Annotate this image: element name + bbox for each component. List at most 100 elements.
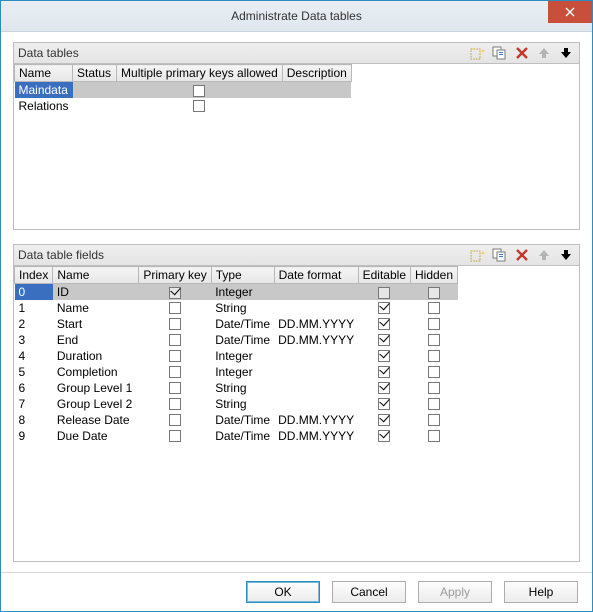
fields-panel-header: Data table fields: [14, 245, 579, 266]
table-row[interactable]: 1NameString: [15, 300, 458, 316]
cell-hidden: [411, 284, 458, 300]
close-button[interactable]: [548, 1, 592, 23]
move-up-button: [535, 247, 553, 263]
editable-checkbox[interactable]: [378, 334, 390, 346]
cell-type: String: [211, 380, 274, 396]
move-down-button[interactable]: [557, 45, 575, 61]
pk-checkbox[interactable]: [169, 318, 181, 330]
editable-checkbox[interactable]: [378, 318, 390, 330]
hidden-checkbox[interactable]: [428, 334, 440, 346]
hidden-checkbox[interactable]: [428, 398, 440, 410]
hidden-checkbox[interactable]: [428, 414, 440, 426]
tables-header-row: Name Status Multiple primary keys allowe…: [15, 65, 352, 82]
delete-button[interactable]: [513, 45, 531, 61]
editable-checkbox[interactable]: [378, 350, 390, 362]
editable-checkbox[interactable]: [378, 366, 390, 378]
multipk-checkbox[interactable]: [193, 85, 205, 97]
hidden-checkbox[interactable]: [428, 430, 440, 442]
help-button[interactable]: Help: [504, 581, 578, 603]
table-row[interactable]: 5CompletionInteger: [15, 364, 458, 380]
pk-checkbox[interactable]: [169, 382, 181, 394]
fields-toolbar: [469, 247, 575, 263]
cancel-button[interactable]: Cancel: [332, 581, 406, 603]
multipk-checkbox[interactable]: [193, 100, 205, 112]
col-description[interactable]: Description: [282, 65, 351, 82]
cell-hidden: [411, 348, 458, 364]
tables-grid: Name Status Multiple primary keys allowe…: [14, 64, 352, 114]
fields-grid-wrap[interactable]: Index Name Primary key Type Date format …: [14, 266, 579, 561]
copy-button[interactable]: [491, 247, 509, 263]
table-row[interactable]: 3EndDate/TimeDD.MM.YYYY: [15, 332, 458, 348]
col-name[interactable]: Name: [53, 267, 139, 284]
cell-pk: [139, 364, 211, 380]
new-button[interactable]: [469, 45, 487, 61]
pk-checkbox[interactable]: [169, 334, 181, 346]
hidden-checkbox[interactable]: [428, 318, 440, 330]
pk-checkbox[interactable]: [169, 302, 181, 314]
pk-checkbox[interactable]: [169, 430, 181, 442]
cell-name: Completion: [53, 364, 139, 380]
cell-index: 6: [15, 380, 53, 396]
hidden-checkbox[interactable]: [428, 366, 440, 378]
editable-checkbox[interactable]: [378, 382, 390, 394]
editable-checkbox[interactable]: [378, 302, 390, 314]
col-pk[interactable]: Primary key: [139, 267, 211, 284]
table-row[interactable]: 8Release DateDate/TimeDD.MM.YYYY: [15, 412, 458, 428]
hidden-checkbox[interactable]: [428, 382, 440, 394]
table-row[interactable]: Maindata: [15, 82, 352, 98]
window-title: Administrate Data tables: [231, 9, 362, 23]
col-editable[interactable]: Editable: [358, 267, 410, 284]
table-row[interactable]: 2StartDate/TimeDD.MM.YYYY: [15, 316, 458, 332]
cell-type: String: [211, 396, 274, 412]
new-icon: [470, 248, 486, 262]
move-down-button[interactable]: [557, 247, 575, 263]
cell-index: 9: [15, 428, 53, 444]
pk-checkbox[interactable]: [169, 366, 181, 378]
cell-pk: [139, 284, 211, 300]
cell-datefmt: [274, 284, 358, 300]
cell-name: Release Date: [53, 412, 139, 428]
cell-index: 1: [15, 300, 53, 316]
pk-checkbox[interactable]: [169, 350, 181, 362]
cell-editable: [358, 364, 410, 380]
table-row[interactable]: 0IDInteger: [15, 284, 458, 300]
hidden-checkbox[interactable]: [428, 350, 440, 362]
col-multipk[interactable]: Multiple primary keys allowed: [117, 65, 283, 82]
editable-checkbox[interactable]: [378, 430, 390, 442]
apply-button[interactable]: Apply: [418, 581, 492, 603]
cell-name: End: [53, 332, 139, 348]
table-row[interactable]: 7Group Level 2String: [15, 396, 458, 412]
col-name[interactable]: Name: [15, 65, 73, 82]
cell-index: 4: [15, 348, 53, 364]
hidden-checkbox[interactable]: [428, 302, 440, 314]
col-datefmt[interactable]: Date format: [274, 267, 358, 284]
col-index[interactable]: Index: [15, 267, 53, 284]
cell-type: Date/Time: [211, 412, 274, 428]
cell-pk: [139, 332, 211, 348]
tables-grid-wrap[interactable]: Name Status Multiple primary keys allowe…: [14, 64, 579, 229]
cell-pk: [139, 348, 211, 364]
col-status[interactable]: Status: [73, 65, 117, 82]
ok-button[interactable]: OK: [246, 581, 320, 603]
table-row[interactable]: 4DurationInteger: [15, 348, 458, 364]
pk-checkbox[interactable]: [169, 414, 181, 426]
copy-button[interactable]: [491, 45, 509, 61]
cell-name: Start: [53, 316, 139, 332]
cell-status: [73, 82, 117, 98]
pk-checkbox[interactable]: [169, 398, 181, 410]
table-row[interactable]: 6Group Level 1String: [15, 380, 458, 396]
col-type[interactable]: Type: [211, 267, 274, 284]
delete-button[interactable]: [513, 247, 531, 263]
editable-checkbox[interactable]: [378, 398, 390, 410]
new-icon: [470, 46, 486, 60]
cell-type: Date/Time: [211, 332, 274, 348]
new-button[interactable]: [469, 247, 487, 263]
cell-datefmt: [274, 348, 358, 364]
col-hidden[interactable]: Hidden: [411, 267, 458, 284]
table-row[interactable]: Relations: [15, 98, 352, 114]
cell-type: Integer: [211, 364, 274, 380]
editable-checkbox[interactable]: [378, 414, 390, 426]
tables-toolbar: [469, 45, 575, 61]
table-row[interactable]: 9Due DateDate/TimeDD.MM.YYYY: [15, 428, 458, 444]
cell-pk: [139, 412, 211, 428]
